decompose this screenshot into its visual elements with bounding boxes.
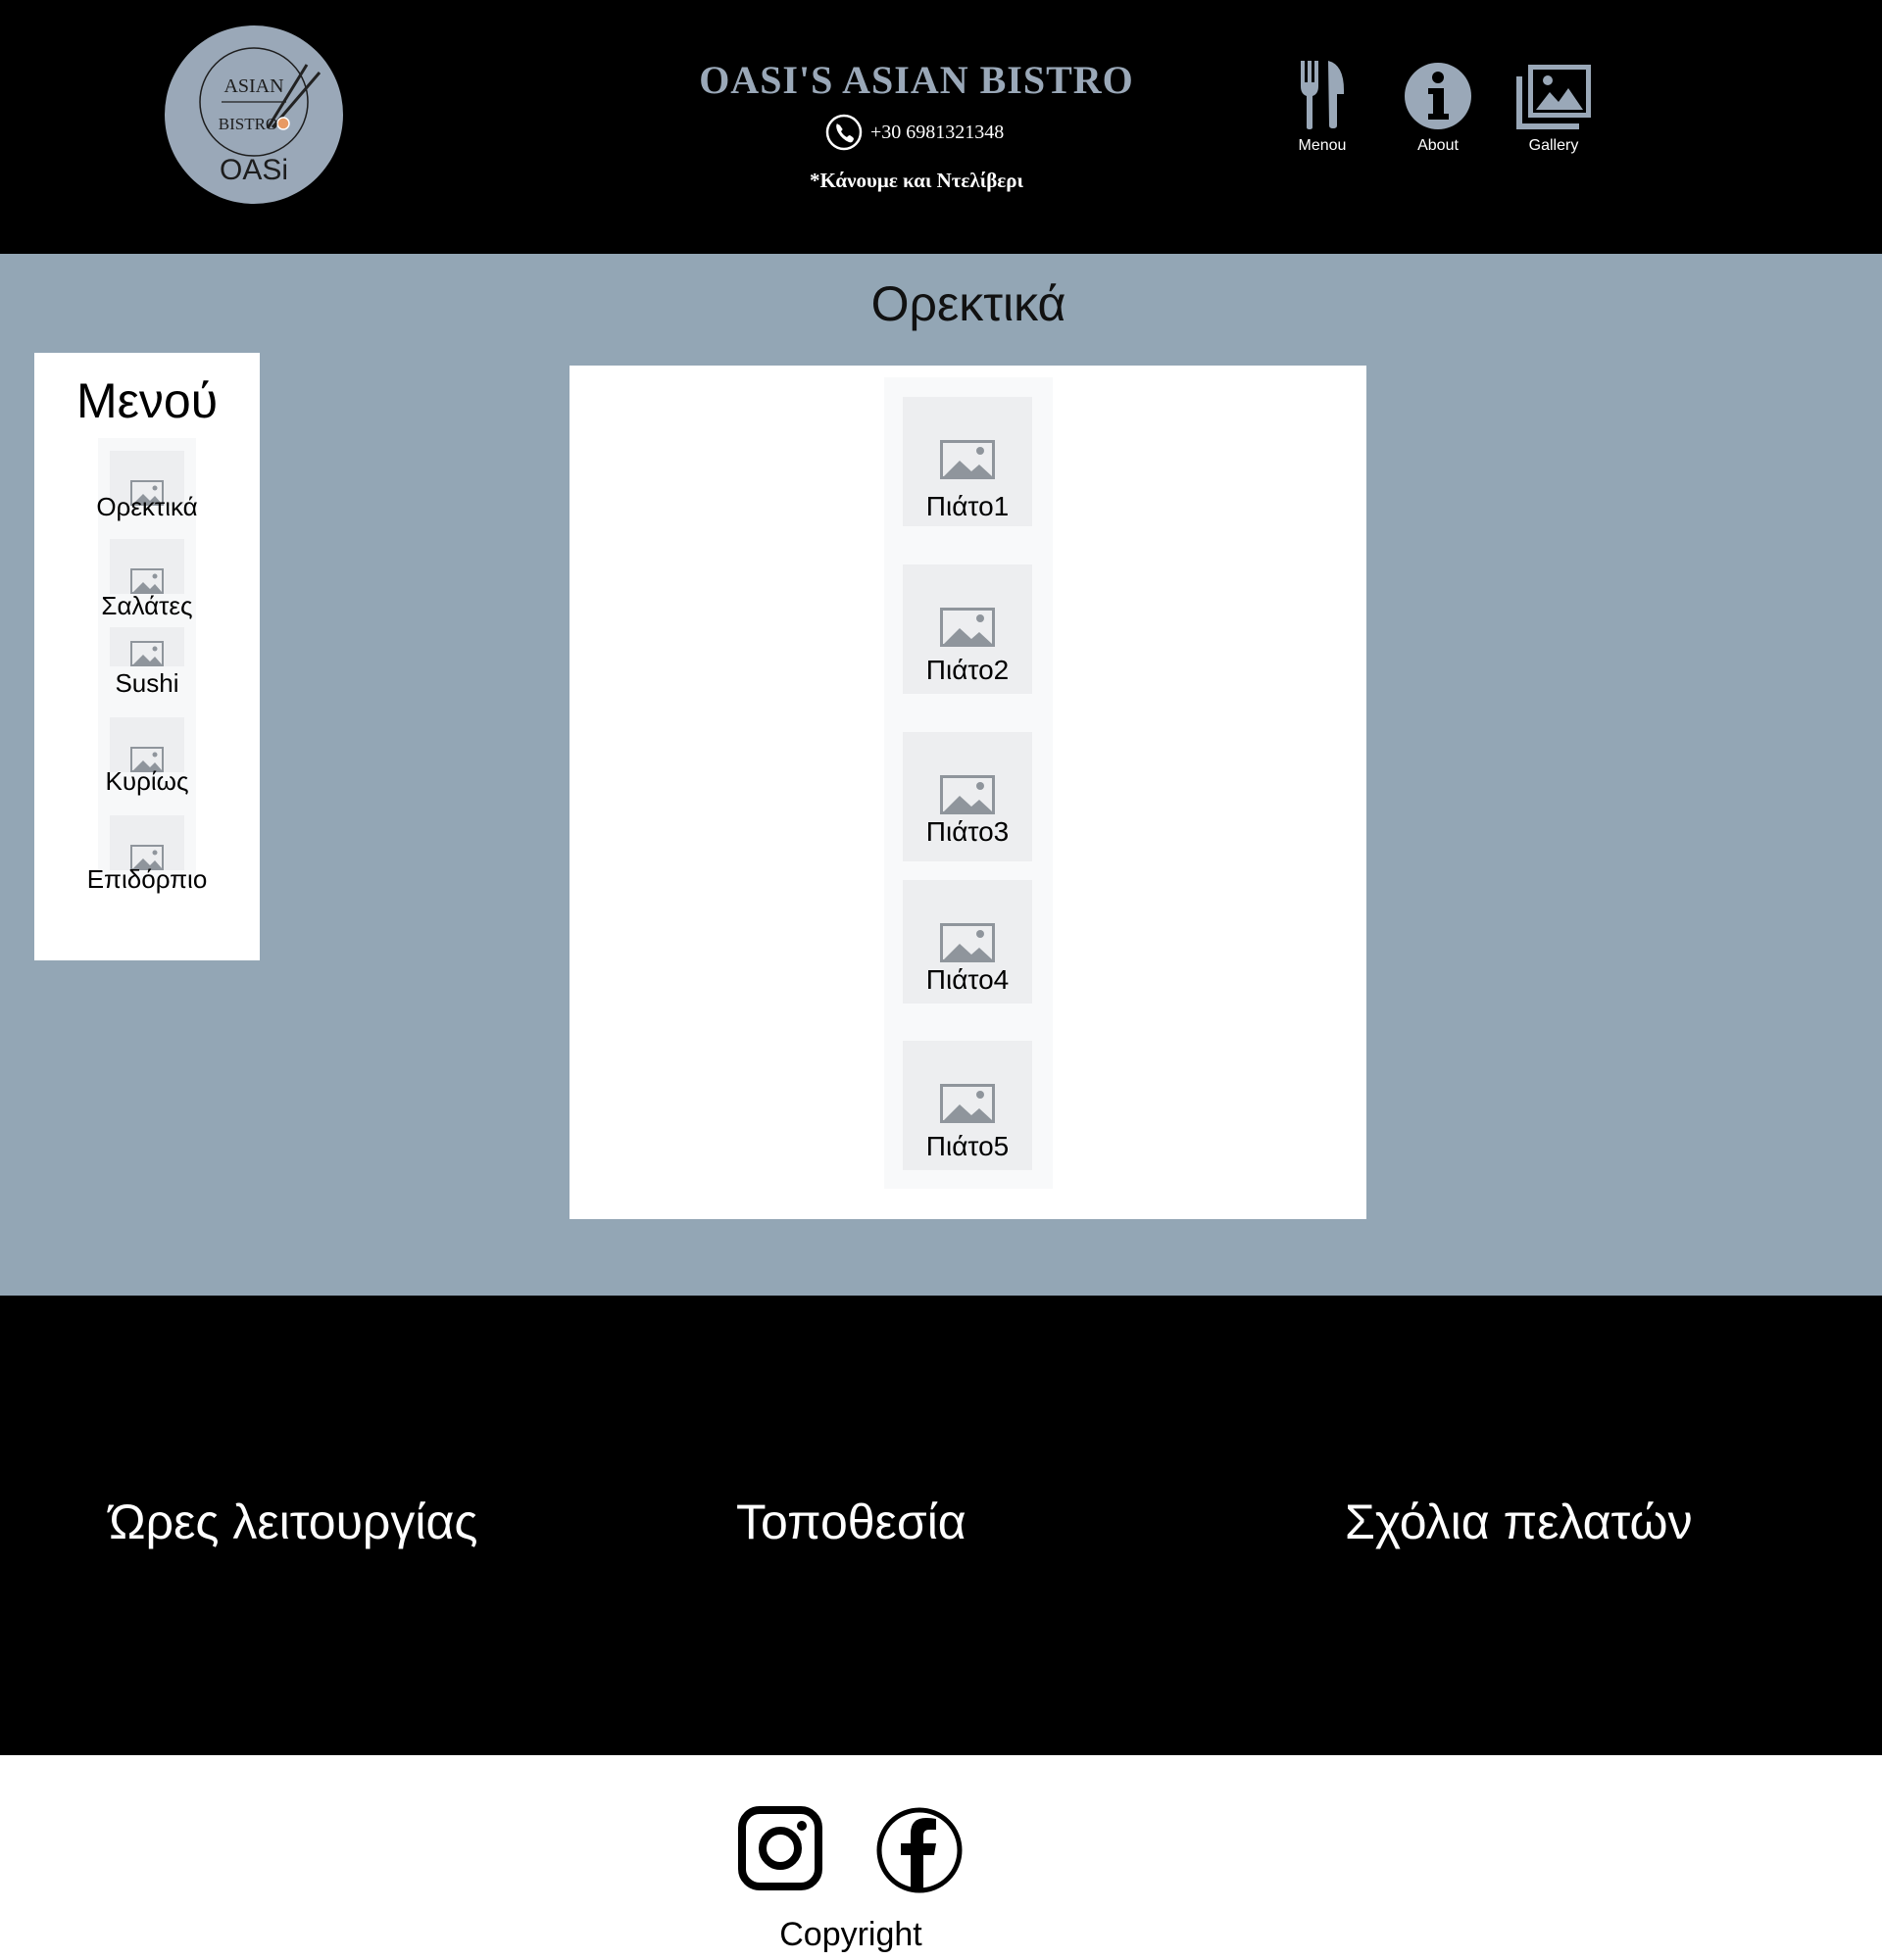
logo[interactable]: ASIAN BISTRO OASi: [165, 25, 343, 204]
dish-card-4[interactable]: Πιάτο4: [903, 880, 1032, 1004]
dish-label: Πιάτο2: [925, 655, 1010, 685]
logo-line2: BISTRO: [219, 115, 277, 133]
info-footer: Ώρες λειτουργίας Τοποθεσία Σχόλια πελατώ…: [0, 1296, 1882, 1755]
delivery-note: *Κάνουμε και Ντελίβερι: [809, 169, 1024, 192]
gallery-icon: [1516, 65, 1591, 129]
location-heading: Τοποθεσία: [736, 1494, 966, 1549]
phone-number: +30 6981321348: [870, 121, 1005, 143]
phone-contact[interactable]: +30 6981321348: [825, 114, 1004, 151]
section-title: Ορεκτικά: [870, 276, 1066, 331]
image-placeholder-icon: [110, 815, 184, 870]
info-icon: [1405, 63, 1471, 129]
menu-sidebar: Μενού Ορεκτικά Σαλάτες Sushi Κυρίως Επιδ…: [34, 353, 260, 960]
reviews-heading: Σχόλια πελατών: [1345, 1494, 1693, 1549]
image-placeholder-icon: [110, 539, 184, 594]
nav-about[interactable]: About: [1380, 59, 1496, 155]
dish-label: Πιάτο4: [925, 964, 1010, 995]
facebook-icon[interactable]: [875, 1806, 964, 1894]
sidebar-item-epidorpio[interactable]: Επιδόρπιο: [34, 815, 260, 894]
logo-line1: ASIAN: [223, 75, 283, 97]
image-placeholder-icon: [940, 440, 995, 479]
bottom-bar: Copyright: [0, 1755, 1882, 1960]
dish-label: Πιάτο3: [925, 816, 1010, 847]
sidebar-item-salates[interactable]: Σαλάτες: [34, 539, 260, 620]
menu-section: Ορεκτικά Μενού Ορεκτικά Σαλάτες Sushi Κυ…: [0, 254, 1882, 1296]
sidebar-item-label: Sushi: [115, 668, 179, 698]
dish-label: Πιάτο5: [925, 1131, 1010, 1161]
sidebar-item-label: Σαλάτες: [101, 591, 193, 620]
sidebar-item-orektika[interactable]: Ορεκτικά: [34, 451, 260, 529]
sidebar-item-sushi[interactable]: Sushi: [34, 627, 260, 706]
copyright-text: Copyright: [779, 1916, 922, 1953]
sidebar-item-label: Κυρίως: [105, 766, 189, 796]
dish-card-5[interactable]: Πιάτο5: [903, 1041, 1032, 1170]
dish-label: Πιάτο1: [925, 491, 1010, 521]
sidebar-item-kyrios[interactable]: Κυρίως: [34, 717, 260, 796]
image-placeholder-icon: [110, 717, 184, 772]
image-placeholder-icon: [940, 775, 995, 814]
nav-gallery-label: Gallery: [1528, 137, 1579, 154]
sidebar-title: Μενού: [75, 373, 219, 428]
instagram-icon[interactable]: [738, 1806, 822, 1890]
dish-content-panel: Πιάτο1 Πιάτο2 Πιάτο3 Πιάτο4 Πιάτο5: [570, 366, 1366, 1219]
sidebar-item-label: Επιδόρπιο: [86, 864, 208, 894]
phone-icon: [825, 114, 863, 151]
nav-gallery[interactable]: Gallery: [1496, 59, 1611, 155]
dish-card-3[interactable]: Πιάτο3: [903, 732, 1032, 861]
dish-card-1[interactable]: Πιάτο1: [903, 397, 1032, 526]
image-placeholder-icon: [110, 627, 184, 666]
site-header: ASIAN BISTRO OASi OASI'S ASIAN BISTRO +3…: [0, 0, 1882, 254]
image-placeholder-icon: [940, 608, 995, 647]
opening-hours-heading: Ώρες λειτουργίας: [109, 1494, 478, 1549]
sidebar-item-label: Ορεκτικά: [96, 492, 198, 521]
fork-knife-icon: [1301, 61, 1344, 129]
nav-menou[interactable]: Menou: [1264, 59, 1380, 155]
image-placeholder-icon: [940, 1084, 995, 1123]
image-placeholder-icon: [940, 923, 995, 962]
dish-card-2[interactable]: Πιάτο2: [903, 564, 1032, 694]
main-nav: Menou About Gallery: [1264, 59, 1611, 155]
nav-about-label: About: [1417, 137, 1459, 154]
nav-menou-label: Menou: [1298, 137, 1347, 154]
brand-name: OASI'S ASIAN BISTRO: [699, 58, 1134, 102]
logo-line3: OASi: [220, 154, 288, 186]
